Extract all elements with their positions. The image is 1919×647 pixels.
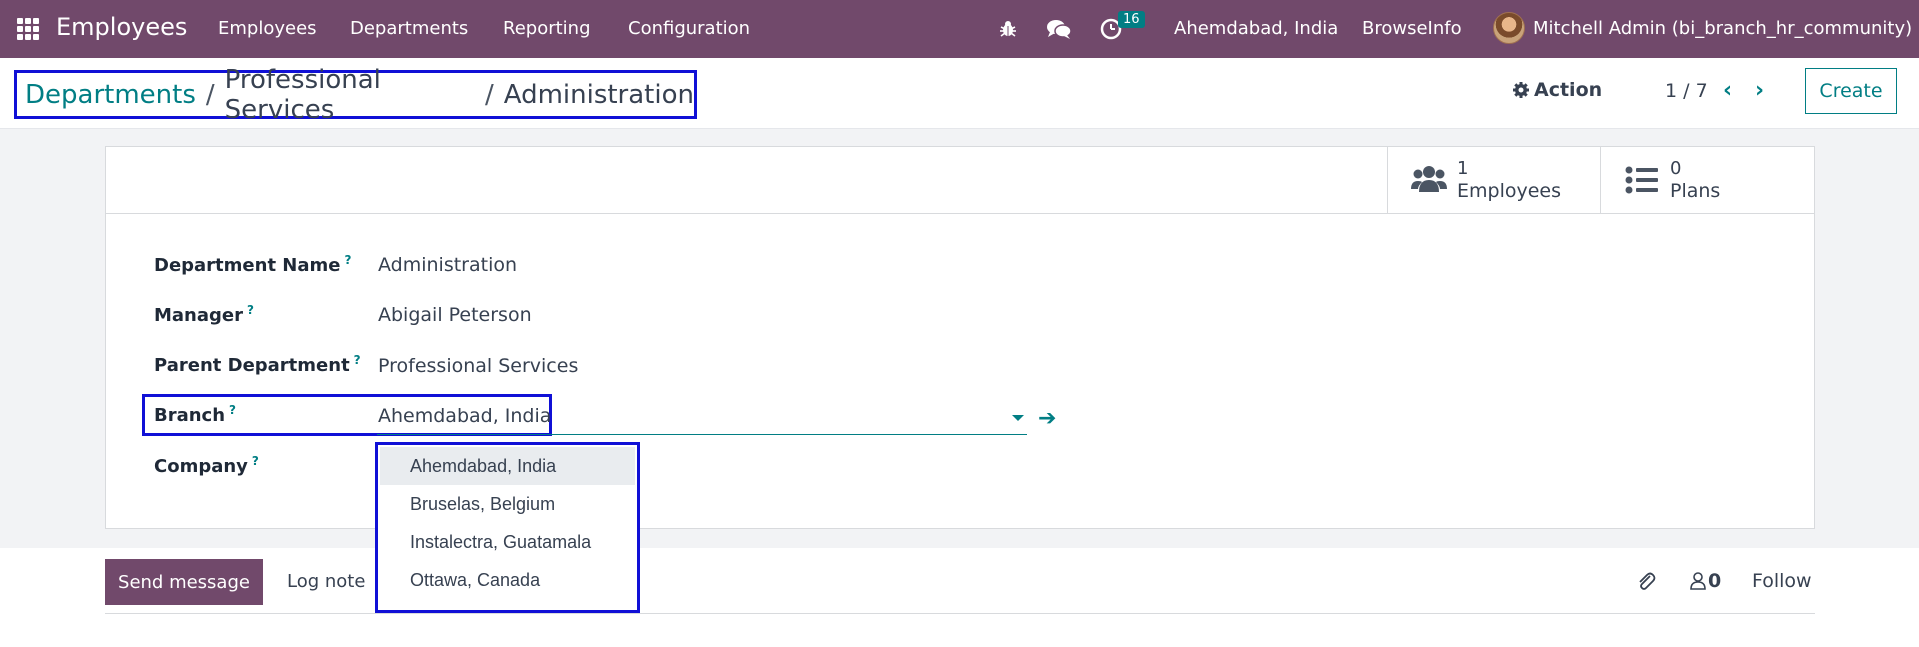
top-navbar: Employees Employees Departments Reportin…	[0, 0, 1919, 58]
breadcrumb-parent: Professional Services	[224, 64, 381, 125]
form-sheet: 1 Employees 0 Plans Department Name? Adm…	[105, 146, 1815, 529]
dropdown-option[interactable]: Bruselas, Belgium	[378, 485, 637, 523]
breadcrumb-departments-link[interactable]: Departments	[25, 80, 196, 110]
pager-value[interactable]: 1 / 7	[1665, 80, 1708, 102]
parent-department-field[interactable]: Professional Services	[378, 355, 578, 377]
followers-count: 0	[1708, 570, 1722, 592]
followers-button[interactable]: 0	[1690, 570, 1721, 592]
help-tooltip-icon[interactable]: ?	[354, 353, 361, 367]
branch-label: Branch?	[154, 403, 237, 426]
help-tooltip-icon[interactable]: ?	[252, 454, 259, 468]
breadcrumb: Departments / Professional Services / Ad…	[14, 65, 697, 125]
breadcrumb-current: Administration	[503, 79, 694, 110]
company-switcher[interactable]: BrowseInfo	[1362, 18, 1462, 39]
employees-smart-button[interactable]: 1 Employees	[1387, 147, 1600, 213]
menu-departments[interactable]: Departments	[350, 18, 468, 39]
help-tooltip-icon[interactable]: ?	[247, 303, 254, 317]
log-note-button[interactable]: Log note	[287, 571, 365, 592]
branch-switcher[interactable]: Ahemdabad, India	[1174, 18, 1338, 39]
dropdown-option[interactable]: Ahemdabad, India	[380, 447, 635, 485]
list-icon	[1625, 166, 1658, 194]
follow-button[interactable]: Follow	[1752, 570, 1812, 592]
help-tooltip-icon[interactable]: ?	[345, 253, 352, 267]
create-button[interactable]: Create	[1805, 68, 1897, 114]
department-name-label: Department Name?	[154, 253, 352, 276]
department-name-field[interactable]: Administration	[378, 254, 517, 276]
employees-count: 1	[1457, 158, 1469, 179]
gear-icon	[1513, 82, 1529, 98]
open-record-arrow-icon[interactable]: ➔	[1038, 406, 1056, 431]
employees-label: Employees	[1457, 180, 1561, 202]
menu-reporting[interactable]: Reporting	[503, 18, 591, 39]
help-tooltip-icon[interactable]: ?	[229, 403, 236, 417]
attachment-paperclip-icon[interactable]	[1636, 570, 1656, 597]
user-menu[interactable]: Mitchell Admin (bi_branch_hr_community)	[1533, 18, 1912, 39]
dropdown-option[interactable]: Ottawa, Canada	[378, 561, 637, 599]
pager-next-icon[interactable]: ›	[1755, 78, 1764, 103]
parent-department-label: Parent Department?	[154, 353, 361, 376]
manager-label: Manager?	[154, 303, 254, 326]
menu-configuration[interactable]: Configuration	[628, 18, 750, 39]
chat-bubbles-icon[interactable]	[1046, 16, 1072, 42]
smart-button-box: 1 Employees 0 Plans	[106, 147, 1814, 214]
pager-previous-icon[interactable]: ‹	[1723, 78, 1732, 103]
plans-count: 0	[1670, 158, 1682, 179]
users-icon	[1411, 166, 1447, 192]
breadcrumb-separator: /	[484, 79, 494, 110]
send-message-button[interactable]: Send message	[105, 559, 263, 605]
chevron-down-icon[interactable]	[1012, 415, 1024, 421]
manager-field[interactable]: Abigail Peterson	[378, 304, 532, 326]
chatter	[0, 548, 1919, 647]
user-icon	[1690, 572, 1706, 590]
company-label: Company?	[154, 454, 259, 477]
dropdown-option[interactable]: Instalectra, Guatamala	[378, 523, 637, 561]
action-menu-button[interactable]: Action	[1512, 79, 1602, 101]
menu-employees[interactable]: Employees	[218, 18, 317, 39]
branch-dropdown: Ahemdabad, India Bruselas, Belgium Insta…	[375, 442, 640, 613]
activity-count-badge: 16	[1118, 11, 1145, 28]
action-label: Action	[1534, 79, 1603, 101]
plans-label: Plans	[1670, 180, 1721, 202]
chatter-divider	[105, 613, 1815, 614]
branch-input[interactable]: Ahemdabad, India	[378, 405, 551, 427]
branch-input-underline	[377, 434, 1027, 435]
app-name[interactable]: Employees	[56, 13, 187, 41]
user-avatar[interactable]	[1493, 12, 1525, 44]
plans-smart-button[interactable]: 0 Plans	[1600, 147, 1813, 213]
debug-bug-icon[interactable]	[995, 16, 1021, 42]
breadcrumb-separator: /	[205, 79, 215, 110]
apps-menu-icon[interactable]	[17, 18, 39, 40]
